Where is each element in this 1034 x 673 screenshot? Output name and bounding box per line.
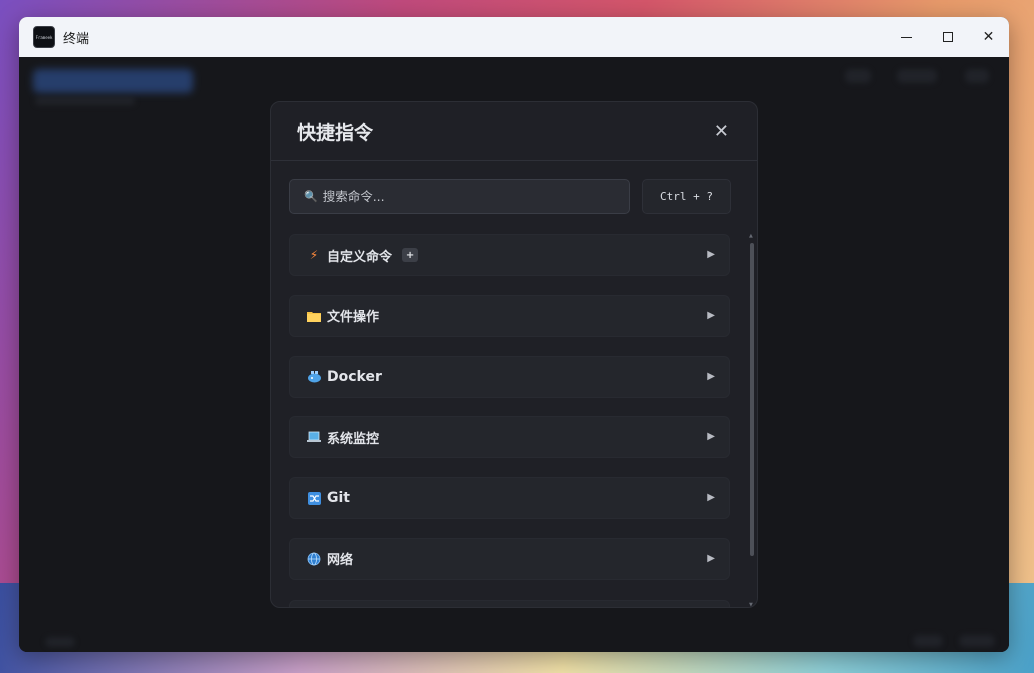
- terminal-content: 快捷指令 ✕ 🔍 Ctrl + ? ⚡ 自定义命令 + ▶: [19, 57, 1009, 652]
- chevron-right-icon: ▶: [707, 309, 715, 321]
- dialog-header: 快捷指令 ✕: [271, 102, 757, 161]
- folder-icon: [306, 310, 322, 322]
- globe-icon: [306, 552, 322, 566]
- category-file-operations[interactable]: 文件操作 ▶: [289, 294, 730, 337]
- chevron-right-icon: ▶: [707, 370, 715, 382]
- blurred-text: [35, 97, 135, 105]
- search-box[interactable]: 🔍: [289, 179, 630, 214]
- chevron-right-icon: ▶: [707, 249, 715, 260]
- app-icon: Frameek: [33, 26, 55, 48]
- blurred-button: [965, 69, 989, 83]
- add-command-button[interactable]: +: [402, 248, 419, 262]
- category-system-monitor[interactable]: 系统监控 ▶: [289, 416, 730, 459]
- scroll-up-icon[interactable]: ▲: [749, 233, 753, 239]
- category-label: 系统监控: [327, 431, 380, 447]
- category-docker[interactable]: Docker ▶: [289, 355, 730, 398]
- maximize-icon: [942, 32, 953, 42]
- blurred-button: [897, 69, 937, 83]
- window-title: 终端: [63, 31, 90, 47]
- window-controls: ✕: [886, 17, 1009, 57]
- category-label: Git: [327, 490, 350, 507]
- scroll-down-icon[interactable]: ▼: [749, 602, 753, 607]
- lightning-icon: ⚡: [309, 248, 319, 262]
- search-input[interactable]: [322, 189, 603, 204]
- maximize-button[interactable]: [927, 17, 968, 57]
- minimize-icon: [901, 36, 912, 38]
- category-custom-commands[interactable]: ⚡ 自定义命令 + ▶: [289, 234, 730, 276]
- quick-commands-dialog: 快捷指令 ✕ 🔍 Ctrl + ? ⚡ 自定义命令 + ▶: [270, 101, 758, 608]
- blurred-button: [845, 69, 871, 83]
- blurred-status: [45, 637, 75, 647]
- docker-whale-icon: [306, 370, 322, 383]
- terminal-window: Frameek 终端 ✕ 快捷指令 ✕ 🔍 搜索命令... Ctrl + ? ⚡…: [19, 17, 1009, 652]
- category-network[interactable]: 网络 ▶: [289, 537, 730, 580]
- laptop-icon: [306, 431, 322, 443]
- shuffle-icon: [306, 491, 322, 505]
- category-label: 自定义命令: [327, 249, 393, 265]
- category-label: 网络: [327, 553, 354, 569]
- chevron-right-icon: ▶: [707, 552, 715, 564]
- minimize-button[interactable]: [886, 17, 927, 57]
- close-window-button[interactable]: ✕: [968, 17, 1009, 57]
- category-label: 文件操作: [327, 310, 380, 326]
- dialog-title: 快捷指令: [297, 121, 374, 144]
- search-row: 🔍 Ctrl + ?: [271, 161, 757, 214]
- app-icon-text: Frameek: [35, 34, 53, 40]
- shortcut-hint: Ctrl + ?: [642, 179, 731, 214]
- category-partial[interactable]: [289, 600, 730, 607]
- search-icon: 🔍: [304, 190, 318, 203]
- scrollbar[interactable]: ▲ ▼: [748, 233, 756, 607]
- blurred-tab: [33, 69, 193, 93]
- category-git[interactable]: Git ▶: [289, 477, 730, 520]
- chevron-right-icon: ▶: [707, 431, 715, 443]
- category-list: ⚡ 自定义命令 + ▶ 文件操作 ▶ Docker ▶ 系统监控 ▶ Git ▶…: [289, 234, 730, 599]
- close-icon: ✕: [982, 29, 995, 45]
- scroll-thumb[interactable]: [750, 243, 754, 556]
- title-bar: Frameek 终端 ✕: [19, 17, 1009, 57]
- chevron-right-icon: ▶: [707, 492, 715, 504]
- close-dialog-button[interactable]: ✕: [714, 121, 729, 142]
- category-label: Docker: [327, 368, 382, 385]
- blurred-status: [913, 635, 943, 647]
- blurred-status: [959, 635, 995, 647]
